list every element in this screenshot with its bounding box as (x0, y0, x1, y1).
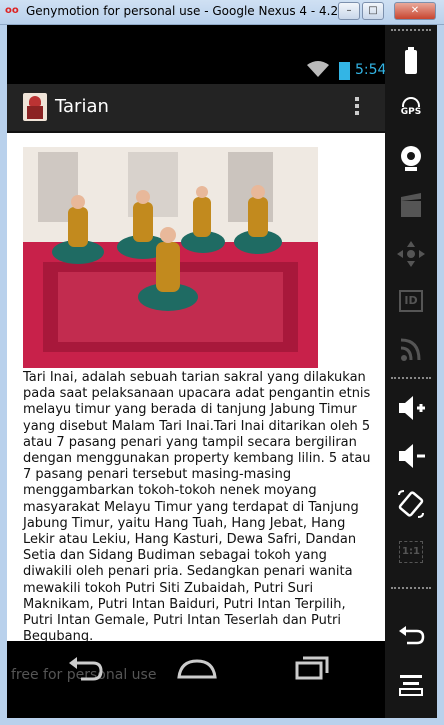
volume-down-icon[interactable] (395, 441, 427, 471)
wifi-icon (307, 61, 329, 77)
article-text: Tari Inai, adalah sebuah tarian sakral y… (23, 370, 371, 641)
window-frame-right (437, 25, 444, 725)
video-capture-icon[interactable] (395, 191, 427, 221)
maximize-button[interactable]: □ (362, 2, 384, 20)
menu-button-icon[interactable] (395, 669, 427, 699)
gps-button[interactable]: GPS (395, 97, 427, 127)
genymotion-logo-icon: oo (5, 5, 19, 16)
panel-divider (391, 29, 431, 31)
status-time: 5:54 (355, 62, 387, 78)
rotate-screen-icon[interactable] (395, 489, 427, 519)
status-bar: 5:54 (7, 25, 387, 84)
content-scroll-area[interactable]: Tari Inai, adalah sebuah tarian sakral y… (7, 133, 385, 641)
dpad-icon[interactable] (395, 239, 427, 269)
navigation-bar: free for personal use (7, 641, 385, 718)
page-title: Tarian (55, 96, 109, 117)
close-button[interactable]: ✕ (394, 2, 436, 20)
gps-label: GPS (400, 107, 422, 117)
minimize-button[interactable]: – (338, 2, 360, 20)
ratio-label: 1:1 (399, 541, 423, 563)
battery-charging-icon (339, 62, 350, 80)
panel-divider (391, 377, 431, 379)
app-icon[interactable] (23, 93, 47, 121)
battery-icon[interactable] (395, 47, 427, 77)
back-button-icon[interactable] (395, 621, 427, 651)
overflow-menu-icon[interactable] (353, 97, 361, 119)
dance-photo (23, 147, 318, 368)
emulator-side-panel: GPS ID 1:1 (385, 25, 437, 718)
device-id-button[interactable]: ID (395, 287, 427, 317)
panel-divider (391, 587, 431, 589)
home-icon[interactable] (175, 653, 219, 683)
volume-up-icon[interactable] (395, 393, 427, 423)
id-label: ID (399, 290, 423, 312)
webcam-icon[interactable] (395, 143, 427, 173)
window-title: Genymotion for personal use - Google Nex… (26, 4, 373, 18)
window-frame-left (0, 25, 7, 725)
recent-apps-icon[interactable] (287, 653, 331, 683)
window-frame-bottom (0, 718, 444, 725)
rss-icon[interactable] (395, 335, 427, 365)
window-title-bar[interactable]: oo Genymotion for personal use - Google … (0, 0, 444, 25)
back-icon[interactable] (63, 653, 107, 683)
action-bar: Tarian (7, 84, 385, 133)
pixel-perfect-button[interactable]: 1:1 (395, 539, 427, 569)
